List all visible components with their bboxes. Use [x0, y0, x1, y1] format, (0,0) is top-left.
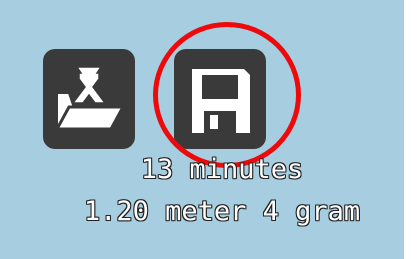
print-time-label: 13 minutes	[140, 154, 304, 185]
save-file-button[interactable]	[174, 49, 266, 149]
open-folder-icon	[54, 66, 126, 131]
filament-usage-label: 1.20 meter 4 gram	[83, 196, 361, 227]
open-file-button[interactable]	[43, 49, 135, 149]
print-info-panel: 13 minutes 1.20 meter 4 gram	[0, 0, 404, 259]
save-floppy-icon	[192, 69, 250, 133]
